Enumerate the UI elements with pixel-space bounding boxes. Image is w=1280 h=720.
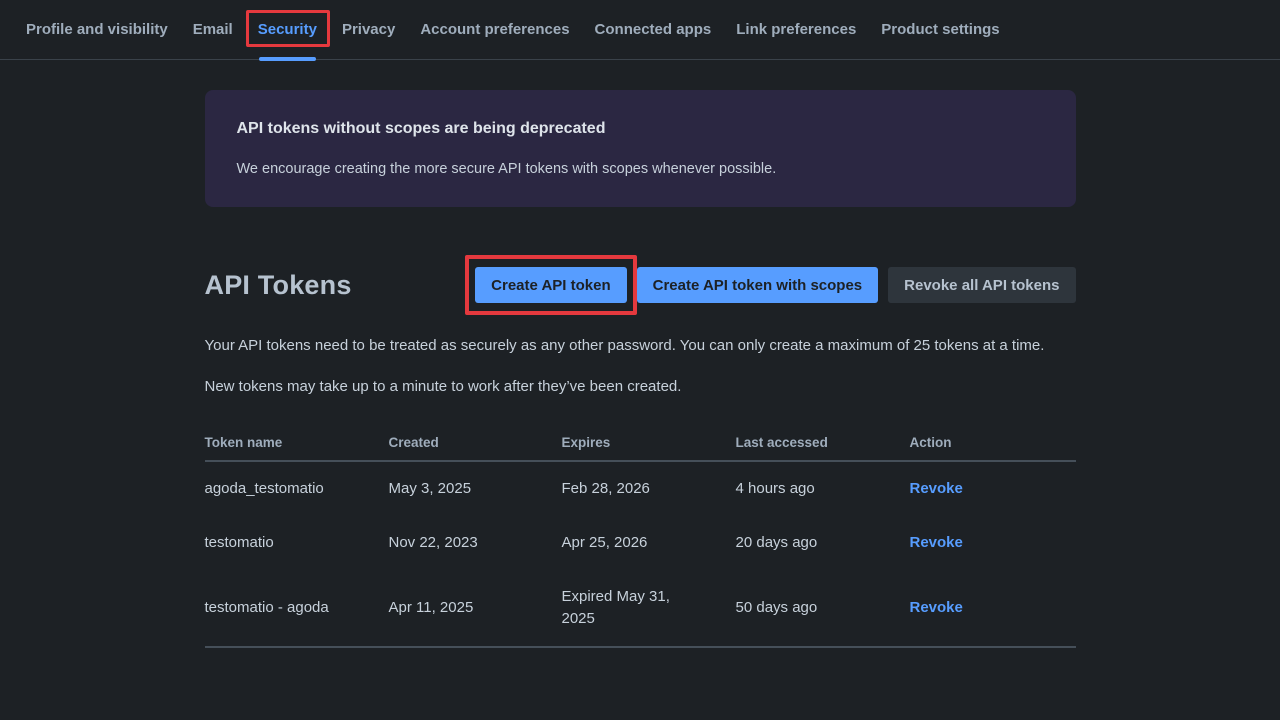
token-name-cell: testomatio (205, 516, 389, 570)
api-tokens-table: Token name Created Expires Last accessed… (205, 435, 1076, 648)
deprecation-banner: API tokens without scopes are being depr… (205, 90, 1076, 207)
tab-account-preferences[interactable]: Account preferences (420, 0, 569, 60)
token-name-cell: testomatio - agoda (205, 570, 389, 647)
revoke-link[interactable]: Revoke (910, 599, 963, 616)
col-header-last-accessed: Last accessed (736, 435, 910, 461)
security-settings-content: API tokens without scopes are being depr… (205, 60, 1076, 648)
tab-label: Privacy (342, 21, 395, 38)
active-tab-underline (259, 57, 316, 61)
last-accessed-cell: 50 days ago (736, 570, 910, 647)
token-name-cell: agoda_testomatio (205, 461, 389, 516)
expires-cell: Feb 28, 2026 (562, 461, 736, 516)
table-row: testomatio Nov 22, 2023 Apr 25, 2026 20 … (205, 516, 1076, 570)
tab-label: Account preferences (420, 21, 569, 38)
tokens-security-note: Your API tokens need to be treated as se… (205, 334, 1050, 357)
tab-link-preferences[interactable]: Link preferences (736, 0, 856, 60)
banner-body: We encourage creating the more secure AP… (237, 159, 1044, 179)
tab-label: Connected apps (595, 21, 712, 38)
api-token-actions: Create API token Create API token with s… (475, 267, 1075, 303)
tab-label: Product settings (881, 21, 999, 38)
tab-label: Profile and visibility (26, 21, 168, 38)
table-header-row: Token name Created Expires Last accessed… (205, 435, 1076, 461)
create-api-token-button[interactable]: Create API token (475, 267, 626, 303)
col-header-created: Created (389, 435, 562, 461)
revoke-link[interactable]: Revoke (910, 480, 963, 497)
tab-profile-and-visibility[interactable]: Profile and visibility (26, 0, 168, 60)
tab-product-settings[interactable]: Product settings (881, 0, 999, 60)
action-cell: Revoke (910, 461, 1076, 516)
created-cell: May 3, 2025 (389, 461, 562, 516)
create-api-token-annotated-wrap: Create API token (475, 267, 626, 303)
revoke-all-api-tokens-button[interactable]: Revoke all API tokens (888, 267, 1075, 303)
table-row: agoda_testomatio May 3, 2025 Feb 28, 202… (205, 461, 1076, 516)
page-title: API Tokens (205, 267, 352, 303)
tab-label: Security (258, 21, 317, 38)
revoke-link[interactable]: Revoke (910, 534, 963, 551)
banner-title: API tokens without scopes are being depr… (237, 118, 1044, 140)
col-header-expires: Expires (562, 435, 736, 461)
create-api-token-with-scopes-button[interactable]: Create API token with scopes (637, 267, 879, 303)
action-cell: Revoke (910, 570, 1076, 647)
settings-tabs-nav: Profile and visibility Email Security Pr… (0, 0, 1280, 60)
tab-security[interactable]: Security (258, 0, 317, 60)
last-accessed-cell: 4 hours ago (736, 461, 910, 516)
created-cell: Apr 11, 2025 (389, 570, 562, 647)
last-accessed-cell: 20 days ago (736, 516, 910, 570)
tokens-delay-note: New tokens may take up to a minute to wo… (205, 375, 1076, 398)
tab-connected-apps[interactable]: Connected apps (595, 0, 712, 60)
tab-privacy[interactable]: Privacy (342, 0, 395, 60)
expires-cell: Apr 25, 2026 (562, 516, 736, 570)
expires-cell: Expired May 31, 2025 (562, 570, 736, 647)
tab-label: Email (193, 21, 233, 38)
col-header-action: Action (910, 435, 1076, 461)
action-cell: Revoke (910, 516, 1076, 570)
api-tokens-header-row: API Tokens Create API token Create API t… (205, 267, 1076, 303)
table-row: testomatio - agoda Apr 11, 2025 Expired … (205, 570, 1076, 647)
created-cell: Nov 22, 2023 (389, 516, 562, 570)
tab-label: Link preferences (736, 21, 856, 38)
col-header-token-name: Token name (205, 435, 389, 461)
tab-email[interactable]: Email (193, 0, 233, 60)
